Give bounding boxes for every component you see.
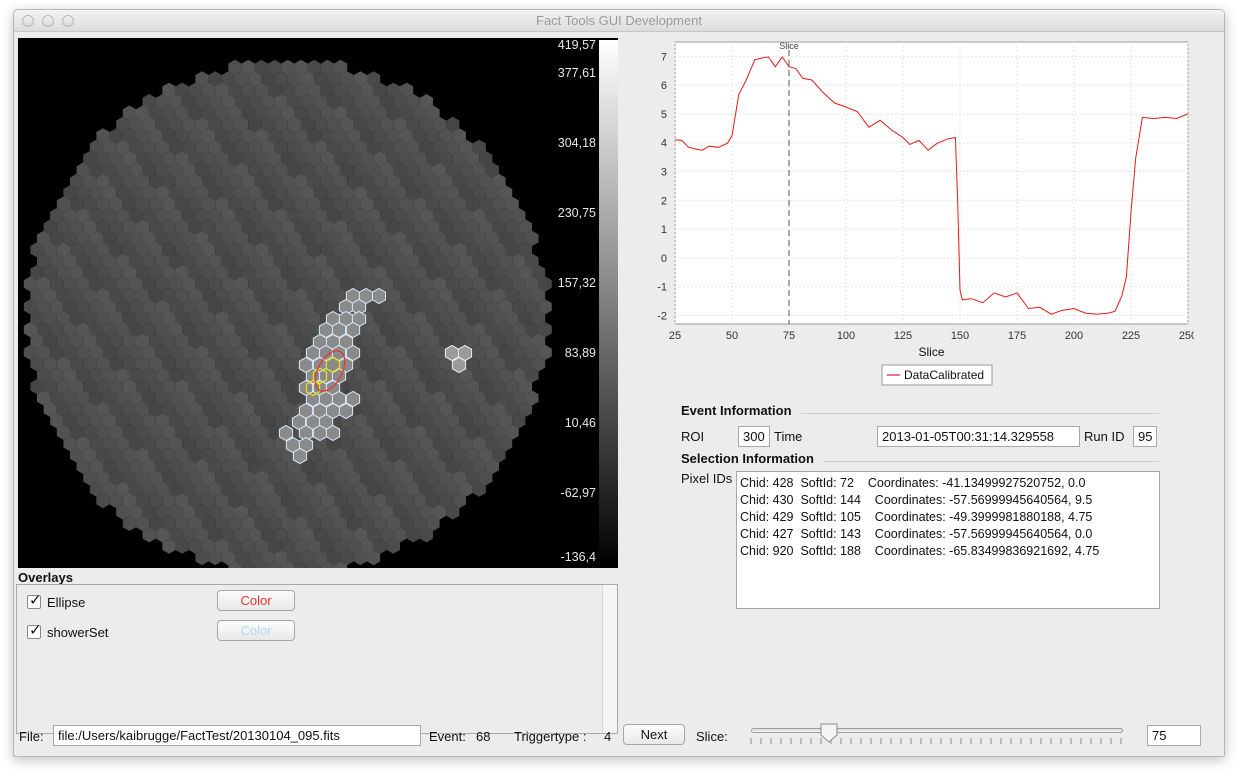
y-tick-label: 0 <box>661 253 667 265</box>
x-tick-label: 225 <box>1122 330 1140 342</box>
slice-value-field[interactable]: 75 <box>1147 725 1201 746</box>
pixel-id-row[interactable]: Chid: 920 SoftId: 188 Coordinates: -65.8… <box>740 543 1156 560</box>
slice-slider-track[interactable] <box>751 728 1123 733</box>
minimize-window-button[interactable] <box>42 15 54 27</box>
event-label: Event: <box>429 729 466 744</box>
run-id-label: Run ID <box>1084 429 1125 444</box>
event-info-title: Event Information <box>681 403 792 418</box>
window-title: Fact Tools GUI Development <box>536 13 702 28</box>
y-tick-label: 3 <box>661 166 667 178</box>
colorbar-label: 83,89 <box>564 346 596 360</box>
file-path-field[interactable]: file:/Users/kaibrugge/FactTest/20130104_… <box>53 725 421 746</box>
shower-pixel[interactable] <box>292 447 308 465</box>
x-tick-label: 150 <box>951 330 969 342</box>
x-tick-label: 250 <box>1179 330 1194 342</box>
shower-pixel[interactable] <box>371 287 387 305</box>
colorbar-label: 10,46 <box>564 416 596 430</box>
triggertype-value: 4 <box>604 729 612 744</box>
slice-slider-thumb[interactable] <box>820 723 838 743</box>
x-tick-label: 175 <box>1008 330 1026 342</box>
slice-slider-ticks <box>750 738 1122 744</box>
colorbar-label: 377,61 <box>557 66 596 80</box>
shower-pixel[interactable] <box>338 402 354 420</box>
next-button[interactable]: Next <box>623 724 685 745</box>
pixel-id-row[interactable]: Chid: 428 SoftId: 72 Coordinates: -41.13… <box>740 475 1156 492</box>
file-label: File: <box>19 729 44 744</box>
shower-pixel[interactable] <box>312 424 328 442</box>
colorbar-label: 157,32 <box>557 276 596 290</box>
pixel-id-row[interactable]: Chid: 429 SoftId: 105 Coordinates: -49.3… <box>740 509 1156 526</box>
slice-marker-label: Slice <box>779 41 799 51</box>
x-tick-label: 75 <box>783 330 795 342</box>
triggertype-label: Triggertype : <box>514 729 587 744</box>
app-window: Fact Tools GUI Development 419,57 377,61… <box>13 9 1225 757</box>
ellipse-color-button[interactable]: Color <box>217 590 295 611</box>
roi-label: ROI <box>681 429 705 444</box>
colorbar-labels: 419,57 377,61 304,18 230,75 157,32 83,89… <box>538 38 618 568</box>
colorbar-label: -62,97 <box>560 486 596 500</box>
shower-pixel[interactable] <box>325 424 341 442</box>
selection-info-separator <box>823 461 1159 462</box>
camera-display[interactable]: 419,57 377,61 304,18 230,75 157,32 83,89… <box>18 38 618 568</box>
y-tick-label: 2 <box>661 195 667 207</box>
camera-hexagon-map[interactable] <box>18 38 618 568</box>
x-tick-label: 100 <box>837 330 855 342</box>
zoom-window-button[interactable] <box>62 15 74 27</box>
time-label: Time <box>774 429 803 444</box>
selection-info-title: Selection Information <box>681 451 814 466</box>
showerset-label: showerSet <box>47 624 109 640</box>
bright-pixel[interactable] <box>451 356 467 374</box>
ellipse-checkbox[interactable] <box>27 591 42 609</box>
time-field[interactable]: 2013-01-05T00:31:14.329558 <box>877 426 1080 447</box>
pixel-ids-label: Pixel IDs <box>681 471 733 486</box>
y-tick-label: 1 <box>661 224 667 236</box>
x-tick-label: 125 <box>894 330 912 342</box>
x-tick-label: 200 <box>1065 330 1083 342</box>
shower-pixel[interactable] <box>278 424 294 442</box>
y-tick-label: 7 <box>661 51 667 63</box>
roi-field[interactable]: 300 <box>738 426 770 447</box>
slice-label: Slice: <box>696 729 728 744</box>
close-window-button[interactable] <box>22 15 34 27</box>
y-tick-label: 5 <box>661 109 667 121</box>
overlays-title: Overlays <box>18 570 73 585</box>
pixel-id-row[interactable]: Chid: 427 SoftId: 143 Coordinates: -57.5… <box>740 526 1156 543</box>
colorbar-label: 304,18 <box>557 136 596 150</box>
overlay-row-showerset: showerSet <box>27 621 108 643</box>
slice-chart[interactable]: 25 50 75 100 125 150 175 200 225 250 7 6 5 4 3 2 1 0 -1 -2 S… <box>634 38 1197 393</box>
title-bar: Fact Tools GUI Development <box>14 10 1224 32</box>
colorbar-label: 419,57 <box>557 38 596 52</box>
pixel-id-row[interactable]: Chid: 430 SoftId: 144 Coordinates: -57.5… <box>740 492 1156 509</box>
run-id-field[interactable]: 95 <box>1133 426 1157 447</box>
colorbar-label: 230,75 <box>557 206 596 220</box>
showerset-color-button[interactable]: Color <box>217 620 295 641</box>
x-axis-label: Slice <box>918 345 944 359</box>
colorbar-label: -136,4 <box>560 550 596 564</box>
overlays-scrollbar[interactable] <box>602 585 617 733</box>
y-tick-label: 6 <box>661 80 667 92</box>
plot-area <box>674 41 1189 325</box>
pixel-ids-list[interactable]: Chid: 428 SoftId: 72 Coordinates: -41.13… <box>736 471 1160 609</box>
legend-label: DataCalibrated <box>904 368 984 382</box>
showerset-checkbox[interactable] <box>27 621 42 639</box>
ellipse-label: Ellipse <box>47 594 86 610</box>
chart-svg[interactable]: 25 50 75 100 125 150 175 200 225 250 7 6 5 4 3 2 1 0 -1 -2 S… <box>634 38 1197 393</box>
y-tick-label: -1 <box>657 282 667 294</box>
event-info-separator <box>801 413 1159 414</box>
x-tick-label: 25 <box>669 330 681 342</box>
event-value: 68 <box>476 729 491 744</box>
overlays-panel: Ellipse Color showerSet Color <box>16 584 618 734</box>
overlay-row-ellipse: Ellipse <box>27 591 85 613</box>
y-tick-label: 4 <box>661 138 667 150</box>
x-tick-label: 50 <box>726 330 738 342</box>
y-tick-label: -2 <box>657 310 667 322</box>
